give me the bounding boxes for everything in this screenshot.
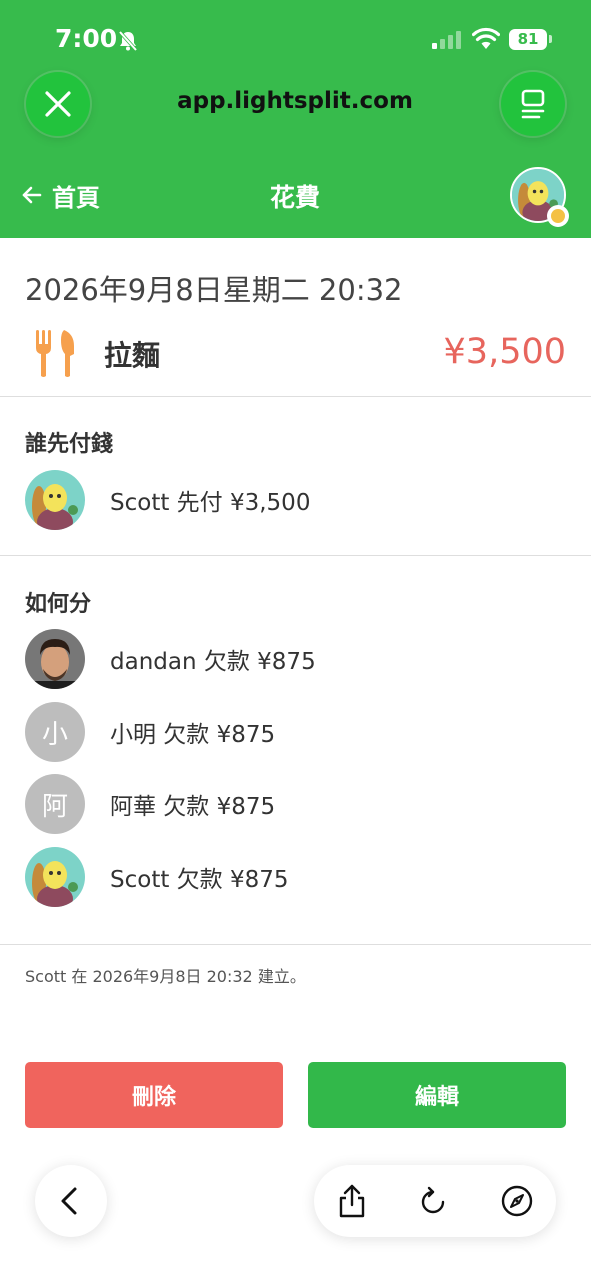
cartoon-avatar-icon bbox=[25, 470, 85, 530]
close-browser-button[interactable] bbox=[26, 72, 90, 136]
xiaoming-avatar: 小 bbox=[25, 702, 85, 762]
avatar-badge bbox=[547, 205, 569, 227]
expense-datetime: 2026年9月8日星期二 20:32 bbox=[25, 273, 403, 307]
split-row-ahua: 阿 阿華 欠款 ¥875 bbox=[25, 774, 275, 834]
safari-button[interactable] bbox=[487, 1165, 547, 1237]
close-icon bbox=[45, 91, 71, 117]
divider bbox=[0, 396, 591, 397]
app-header: 7:00 81 app.lightsplit.com 首頁 花費 bbox=[0, 0, 591, 238]
expense-name: 拉麵 bbox=[104, 339, 161, 372]
reload-icon bbox=[421, 1186, 445, 1214]
page-title: 花費 bbox=[269, 183, 320, 212]
cellular-signal-icon bbox=[432, 31, 464, 53]
battery-cap bbox=[549, 35, 552, 43]
compass-icon bbox=[501, 1185, 533, 1217]
bell-muted-icon bbox=[117, 30, 139, 56]
payer-text: Scott 先付 ¥3,500 bbox=[110, 490, 311, 516]
status-time: 7:00 bbox=[55, 24, 118, 53]
scott-avatar bbox=[25, 470, 85, 530]
split-row-scott: Scott 欠款 ¥875 bbox=[25, 847, 289, 907]
split-text: 阿華 欠款 ¥875 bbox=[110, 794, 276, 820]
battery-icon: 81 bbox=[509, 29, 547, 50]
split-row-dandan: dandan 欠款 ¥875 bbox=[25, 629, 316, 689]
expense-amount: ¥3,500 bbox=[443, 332, 566, 372]
divider bbox=[0, 944, 591, 945]
browser-toolbar bbox=[314, 1165, 556, 1237]
edit-button[interactable]: 編輯 bbox=[308, 1062, 566, 1128]
wifi-icon bbox=[471, 27, 501, 53]
back-link-label: 首頁 bbox=[52, 183, 100, 212]
split-text: Scott 欠款 ¥875 bbox=[110, 867, 289, 893]
split-text: 小明 欠款 ¥875 bbox=[110, 722, 276, 748]
reload-button[interactable] bbox=[403, 1165, 463, 1237]
payer-row: Scott 先付 ¥3,500 bbox=[25, 470, 310, 530]
share-button[interactable] bbox=[322, 1165, 382, 1237]
split-text: dandan 欠款 ¥875 bbox=[110, 649, 316, 675]
browser-menu-button[interactable] bbox=[501, 72, 565, 136]
tabs-icon bbox=[521, 89, 545, 119]
split-section-title: 如何分 bbox=[25, 592, 92, 617]
arrow-left-icon bbox=[22, 186, 42, 204]
divider bbox=[0, 555, 591, 556]
paid-section-title: 誰先付錢 bbox=[25, 432, 114, 457]
created-note: Scott 在 2026年9月8日 20:32 建立。 bbox=[25, 967, 306, 986]
chevron-left-icon bbox=[61, 1187, 77, 1215]
photo-avatar-icon bbox=[25, 629, 85, 689]
share-icon bbox=[339, 1184, 365, 1218]
utensils-icon bbox=[34, 330, 78, 382]
dandan-avatar bbox=[25, 629, 85, 689]
delete-button[interactable]: 刪除 bbox=[25, 1062, 283, 1128]
scott-avatar bbox=[25, 847, 85, 907]
browser-url[interactable]: app.lightsplit.com bbox=[150, 88, 440, 114]
back-to-home-link[interactable]: 首頁 bbox=[22, 178, 100, 212]
browser-back-button[interactable] bbox=[35, 1165, 107, 1237]
cartoon-avatar-icon bbox=[25, 847, 85, 907]
split-row-xiaoming: 小 小明 欠款 ¥875 bbox=[25, 702, 275, 762]
ahua-avatar: 阿 bbox=[25, 774, 85, 834]
status-bar: 7:00 81 bbox=[0, 0, 591, 80]
flower-icon bbox=[551, 209, 565, 223]
battery-level: 81 bbox=[517, 30, 539, 48]
